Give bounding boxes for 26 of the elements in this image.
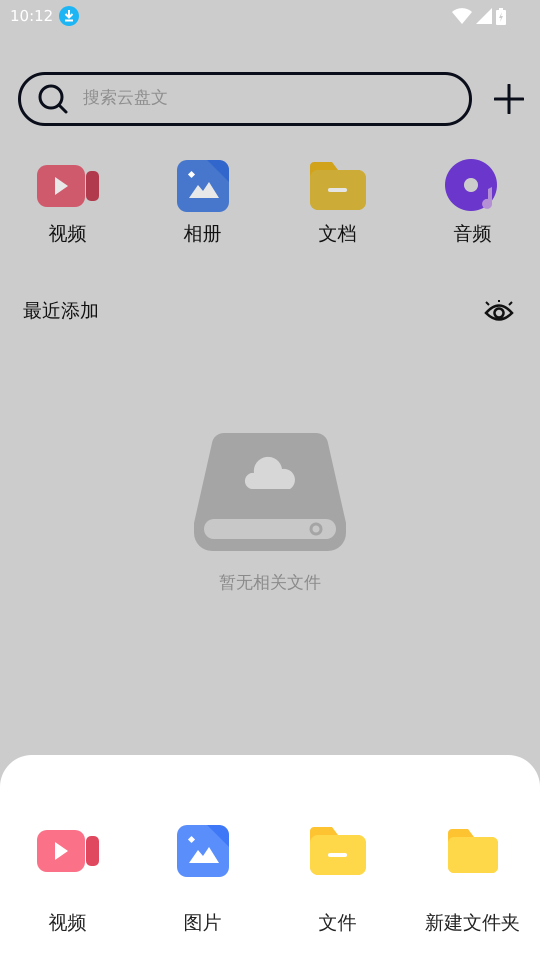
add-option[interactable]: 视频 bbox=[0, 823, 135, 960]
video-camera-icon bbox=[36, 828, 98, 874]
image-icon bbox=[176, 825, 228, 877]
video-camera-icon bbox=[36, 163, 98, 209]
add-option[interactable]: 文件 bbox=[270, 823, 405, 960]
category-item[interactable]: 文档 bbox=[270, 158, 405, 248]
search-icon bbox=[37, 83, 69, 115]
folder-icon bbox=[310, 162, 366, 210]
signal-icon bbox=[476, 8, 492, 24]
eye-icon[interactable] bbox=[484, 300, 514, 322]
section-title: 最近添加 bbox=[23, 298, 99, 324]
add-option[interactable]: 新建文件夹 bbox=[405, 823, 540, 960]
search-bar[interactable]: 搜索云盘文 bbox=[18, 72, 472, 126]
category-item[interactable]: 视频 bbox=[0, 158, 135, 248]
folder-icon bbox=[448, 829, 498, 873]
add-option[interactable]: 图片 bbox=[135, 823, 270, 960]
empty-message: 暂无相关文件 bbox=[219, 572, 321, 595]
add-icon[interactable] bbox=[494, 84, 524, 114]
wifi-icon bbox=[452, 8, 472, 24]
battery-icon bbox=[496, 8, 506, 24]
download-icon bbox=[59, 6, 80, 26]
search-field[interactable]: 搜索云盘文 bbox=[83, 86, 469, 112]
image-icon bbox=[176, 160, 228, 212]
category-item[interactable]: 音频 bbox=[405, 158, 540, 248]
category-item[interactable]: 相册 bbox=[135, 158, 270, 248]
folder-icon bbox=[310, 827, 366, 875]
